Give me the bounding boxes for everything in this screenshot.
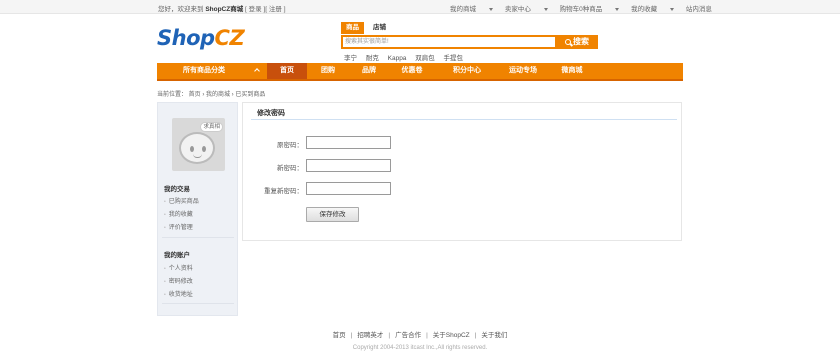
footer-link-careers[interactable]: 招聘英才 xyxy=(357,332,383,339)
welcome-text: 您好，欢迎来到 ShopCZ商城 [ 登录 ][ 注册 ] xyxy=(158,3,286,13)
title-divider xyxy=(251,119,677,120)
sidebar-item-favorites[interactable]: 我的收藏 xyxy=(164,209,193,218)
footer-link-advertising[interactable]: 广告合作 xyxy=(395,332,421,339)
cart-link[interactable]: 购物车0种商品 xyxy=(560,6,620,13)
search-icon xyxy=(565,39,571,45)
logo-shop: Shop xyxy=(157,26,215,50)
eye-icon xyxy=(202,146,206,152)
chevron-down-icon xyxy=(543,7,548,11)
hot-keywords: 李宁 耐克 Kappa 双肩包 手提包 xyxy=(344,52,470,62)
footer-link-home[interactable]: 首页 xyxy=(333,332,346,339)
hot-keyword[interactable]: Kappa xyxy=(388,55,407,62)
site-name[interactable]: ShopCZ商城 xyxy=(205,6,243,13)
save-button[interactable]: 保存修改 xyxy=(306,207,359,222)
footer-separator: | xyxy=(388,332,391,339)
nav-home[interactable]: 首页 xyxy=(267,63,307,79)
nav-brands[interactable]: 品牌 xyxy=(349,63,389,79)
hot-keyword[interactable]: 双肩包 xyxy=(415,55,435,62)
sidebar-item-password[interactable]: 密码修改 xyxy=(164,276,193,285)
sidebar-item-address[interactable]: 收货地址 xyxy=(164,289,193,298)
search-input[interactable]: 搜索其实很简单! xyxy=(341,35,557,49)
hot-keyword[interactable]: 手提包 xyxy=(444,55,464,62)
chevron-down-icon xyxy=(615,7,620,11)
nav-coupons[interactable]: 优惠卷 xyxy=(389,63,435,79)
nav-points-center[interactable]: 积分中心 xyxy=(435,63,499,79)
tab-shops[interactable]: 店铺 xyxy=(368,22,391,34)
hot-keyword[interactable]: 耐克 xyxy=(366,55,379,62)
seller-center-label: 卖家中心 xyxy=(504,6,531,13)
new-password-field[interactable] xyxy=(306,159,391,172)
cart-label: 购物车0种商品 xyxy=(559,6,603,13)
top-links: 我的商城 卖家中心 购物车0种商品 我的收藏 站内消息 xyxy=(450,3,732,13)
nav-group-buy[interactable]: 团购 xyxy=(307,63,349,79)
sidebar-group-account: 我的账户 xyxy=(164,252,190,259)
top-bar: 您好，欢迎来到 ShopCZ商城 [ 登录 ][ 注册 ] 我的商城 卖家中心 … xyxy=(0,0,840,14)
sidebar: 求真相 我的交易 已购买商品 我的收藏 评价管理 我的账户 个人资料 密码修改 … xyxy=(157,102,238,316)
sidebar-item-purchased[interactable]: 已购买商品 xyxy=(164,196,199,205)
footer-separator: | xyxy=(350,332,353,339)
change-password-panel: 修改密码 原密码： 新密码： 重复新密码： 保存修改 xyxy=(242,102,682,241)
panel-title: 修改密码 xyxy=(257,110,285,117)
welcome-label: 您好，欢迎来到 xyxy=(158,6,204,13)
my-mall-link[interactable]: 我的商城 xyxy=(450,6,493,13)
footer-links: 首页 | 招聘英才 | 广告合作 | 关于ShopCZ | 关于我们 xyxy=(0,329,840,339)
footer-link-about-shopcz[interactable]: 关于ShopCZ xyxy=(433,332,470,339)
footer-link-about-us[interactable]: 关于我们 xyxy=(481,332,507,339)
old-password-field[interactable] xyxy=(306,136,391,149)
nav-sports[interactable]: 运动专场 xyxy=(499,63,547,79)
main-nav: 所有商品分类 首页 团购 品牌 优惠卷 积分中心 运动专场 微商城 xyxy=(157,63,683,81)
favorites-link[interactable]: 我的收藏 xyxy=(631,6,675,13)
chevron-up-icon xyxy=(254,68,260,74)
all-categories-menu[interactable]: 所有商品分类 xyxy=(157,63,267,79)
eye-icon xyxy=(190,146,194,152)
search-button-label: 搜索 xyxy=(573,37,589,46)
breadcrumb: 当前位置： 首页 › 我的商城 › 已买到商品 xyxy=(157,92,266,98)
search-tabs: 商品 店铺 xyxy=(341,22,391,34)
login-register-link[interactable]: [ 登录 ][ 注册 ] xyxy=(245,6,285,13)
face-icon xyxy=(179,132,215,164)
confirm-password-label: 重复新密码： xyxy=(264,188,303,195)
avatar-caption: 求真相 xyxy=(200,122,223,132)
old-password-label: 原密码： xyxy=(277,142,303,149)
tab-products[interactable]: 商品 xyxy=(341,22,364,34)
confirm-password-field[interactable] xyxy=(306,182,391,195)
chevron-down-icon xyxy=(670,7,675,11)
sidebar-divider xyxy=(162,237,234,238)
footer-separator: | xyxy=(426,332,428,339)
all-categories-label: 所有商品分类 xyxy=(183,67,225,74)
footer-separator: | xyxy=(474,332,477,339)
new-password-label: 新密码： xyxy=(277,165,303,172)
seller-center-link[interactable]: 卖家中心 xyxy=(505,6,548,13)
messages-label: 站内消息 xyxy=(685,6,712,13)
favorites-label: 我的收藏 xyxy=(631,6,658,13)
logo-cz: CZ xyxy=(214,26,245,50)
copyright: Copyright 2004-2013 itcast Inc.,All righ… xyxy=(352,345,488,351)
sidebar-item-reviews[interactable]: 评价管理 xyxy=(164,222,193,231)
chevron-down-icon xyxy=(489,7,493,11)
sidebar-group-trades: 我的交易 xyxy=(164,186,190,193)
avatar[interactable]: 求真相 xyxy=(172,118,225,171)
search-button[interactable]: 搜索 xyxy=(556,35,598,49)
sidebar-divider xyxy=(162,303,234,304)
my-mall-label: 我的商城 xyxy=(450,6,476,13)
site-logo[interactable]: ShopCZ xyxy=(157,26,245,50)
nav-micro-mall[interactable]: 微商城 xyxy=(547,63,597,79)
sidebar-item-profile[interactable]: 个人资料 xyxy=(164,263,193,272)
hot-keyword[interactable]: 李宁 xyxy=(344,55,357,62)
mouth-icon xyxy=(193,154,202,158)
messages-link[interactable]: 站内消息 xyxy=(686,6,722,13)
